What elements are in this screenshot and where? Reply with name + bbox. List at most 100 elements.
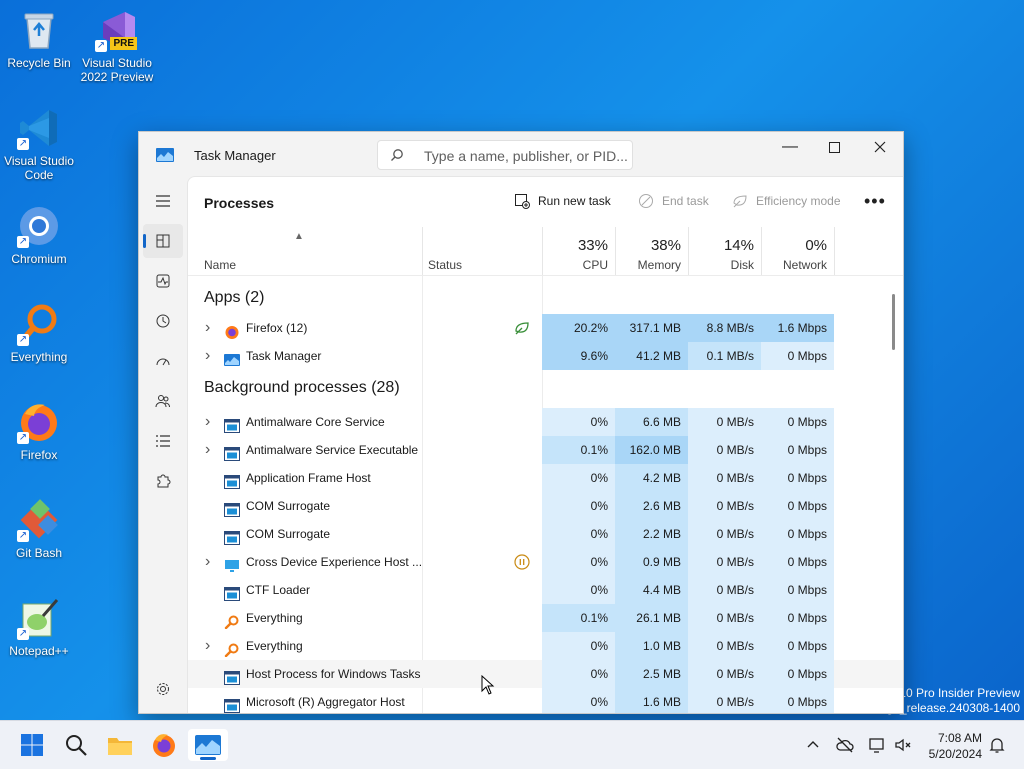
table-row[interactable]: › Firefox (12) 20.2% 317.1 MB 8.8 MB/s 1.6 Mb… (188, 314, 903, 342)
run-new-task-button[interactable]: Run new task (514, 193, 611, 209)
column-header-disk[interactable]: 14% Disk (688, 227, 761, 275)
hamburger-menu-button[interactable] (143, 184, 183, 218)
table-row[interactable]: Everything 0.1% 26.1 MB 0 MB/s 0 Mbps (188, 604, 903, 632)
sidebar-item-processes[interactable] (143, 224, 183, 258)
taskbar-task-manager[interactable] (188, 729, 228, 761)
column-header-memory[interactable]: 38% Memory (615, 227, 688, 275)
column-header-status[interactable]: Status (422, 227, 542, 275)
sidebar-item-startup-apps[interactable] (143, 344, 183, 378)
desktop-icon-recycle-bin[interactable]: Recycle Bin (0, 8, 78, 70)
taskbar-firefox[interactable] (144, 729, 184, 761)
desktop-icon-git-bash[interactable]: ↗ Git Bash (0, 498, 78, 560)
net-value: 0 Mbps (761, 604, 834, 632)
memory-value: 2.6 MB (615, 492, 688, 520)
pre-badge: PRE (110, 37, 137, 50)
sidebar-item-settings[interactable] (143, 672, 183, 706)
tray-network[interactable] (868, 736, 886, 754)
startup-gauge-icon (156, 358, 170, 366)
expand-chevron-icon[interactable]: › (205, 314, 210, 342)
search-input[interactable] (422, 146, 631, 166)
process-window-icon (224, 695, 240, 713)
process-name: CTF Loader (246, 583, 311, 597)
table-row[interactable]: › Cross Device Experience Host ... 0% 0.9 M… (188, 548, 903, 576)
disk-value: 0 MB/s (688, 604, 761, 632)
processes-panel: Processes Run new task End task Efficien… (187, 176, 903, 713)
taskbar-file-explorer[interactable] (100, 729, 140, 761)
process-window-icon (224, 527, 240, 545)
expand-chevron-icon[interactable]: › (205, 632, 210, 660)
page-title: Processes (204, 195, 275, 211)
column-header-cpu[interactable]: 33% CPU (542, 227, 615, 275)
table-row[interactable]: › Antimalware Service Executable 0.1% 162.0… (188, 436, 903, 464)
table-row[interactable]: Microsoft (R) Aggregator Host 0% 1.6 MB 0 M… (188, 688, 903, 713)
sidebar-item-app-history[interactable] (143, 304, 183, 338)
desktop-icon-everything[interactable]: ↗ Everything (0, 302, 78, 364)
close-button[interactable] (857, 132, 903, 162)
process-name: Everything (246, 639, 303, 653)
history-icon (156, 314, 170, 328)
sidebar-item-services[interactable] (143, 464, 183, 498)
process-window-icon (224, 499, 240, 517)
disk-value: 0 MB/s (688, 464, 761, 492)
tray-onedrive-offline[interactable] (836, 736, 854, 754)
expand-chevron-icon[interactable]: › (205, 408, 210, 436)
desktop-icon-vscode[interactable]: ↗ Visual Studio Code (0, 106, 78, 182)
file-explorer-icon (108, 738, 132, 755)
more-options-button[interactable]: ••• (864, 191, 886, 212)
everything-icon: ↗ (17, 302, 61, 346)
table-row[interactable]: Application Frame Host 0% 4.2 MB 0 MB/s 0 Mb… (188, 464, 903, 492)
disk-value: 0 MB/s (688, 576, 761, 604)
desktop-icon-notepad-plus-plus[interactable]: ↗ Notepad++ (0, 596, 78, 658)
process-name: Microsoft (R) Aggregator Host (246, 695, 405, 709)
table-row[interactable]: › Everything 0% 1.0 MB 0 MB/s 0 Mbps (188, 632, 903, 660)
memory-total-pct: 38% (650, 237, 681, 254)
sidebar-item-users[interactable] (143, 384, 183, 418)
sidebar-item-details[interactable] (143, 424, 183, 458)
sidebar-item-performance[interactable] (143, 264, 183, 298)
efficiency-leaf-icon (733, 195, 747, 208)
table-row[interactable]: COM Surrogate 0% 2.6 MB 0 MB/s 0 Mbps (188, 492, 903, 520)
table-row[interactable]: Host Process for Windows Tasks 0% 2.5 MB 0 … (188, 660, 903, 688)
column-header-network[interactable]: 0% Network (761, 227, 834, 275)
window-title: Task Manager (194, 148, 276, 163)
desktop-icon-firefox[interactable]: ↗ Firefox (0, 400, 78, 462)
taskbar-search-button[interactable] (56, 729, 96, 761)
desktop-icon-visual-studio-2022[interactable]: PRE ↗ Visual Studio 2022 Preview (78, 8, 156, 84)
column-header-name[interactable]: Name (188, 227, 422, 275)
cross-device-icon (224, 555, 240, 572)
desktop-icon-label: Git Bash (15, 546, 63, 560)
performance-icon (156, 274, 170, 288)
expand-chevron-icon[interactable]: › (205, 342, 210, 370)
desktop-icon-chromium[interactable]: ↗ Chromium (0, 204, 78, 266)
expand-chevron-icon[interactable]: › (205, 436, 210, 464)
chevron-up-icon (807, 741, 819, 748)
end-task-icon (639, 194, 653, 208)
tray-volume-muted[interactable] (894, 736, 912, 754)
disk-value: 0 MB/s (688, 688, 761, 713)
title-bar[interactable]: Task Manager — (139, 132, 903, 176)
efficiency-mode-button[interactable]: Efficiency mode (732, 193, 841, 209)
maximize-button[interactable] (811, 132, 857, 162)
expand-chevron-icon[interactable]: › (205, 548, 210, 576)
search-box[interactable] (377, 140, 633, 170)
table-row[interactable]: CTF Loader 0% 4.4 MB 0 MB/s 0 Mbps (188, 576, 903, 604)
vertical-scrollbar[interactable] (892, 294, 895, 350)
net-value: 0 Mbps (761, 576, 834, 604)
table-row[interactable]: › Antimalware Core Service 0% 6.6 MB 0 MB/s 0… (188, 408, 903, 436)
process-name: Application Frame Host (246, 471, 371, 485)
volume-muted-icon (895, 738, 911, 752)
memory-value: 2.5 MB (615, 660, 688, 688)
taskmgr-icon (224, 349, 240, 366)
minimize-button[interactable]: — (767, 132, 813, 162)
process-window-icon (224, 471, 240, 489)
firefox-icon: ↗ (17, 400, 61, 444)
end-task-button[interactable]: End task (638, 193, 709, 209)
taskbar-clock[interactable]: 7:08 AM 5/20/2024 (920, 730, 982, 762)
notifications-button[interactable] (988, 736, 1006, 754)
table-row[interactable]: COM Surrogate 0% 2.2 MB 0 MB/s 0 Mbps (188, 520, 903, 548)
desktop-icon-label: Visual Studio Code (4, 154, 74, 182)
show-hidden-icons-button[interactable] (804, 736, 822, 754)
process-window-icon (224, 443, 240, 461)
table-row[interactable]: › Task Manager 9.6% 41.2 MB 0.1 MB/s 0 Mbps (188, 342, 903, 370)
start-button[interactable] (12, 729, 52, 761)
